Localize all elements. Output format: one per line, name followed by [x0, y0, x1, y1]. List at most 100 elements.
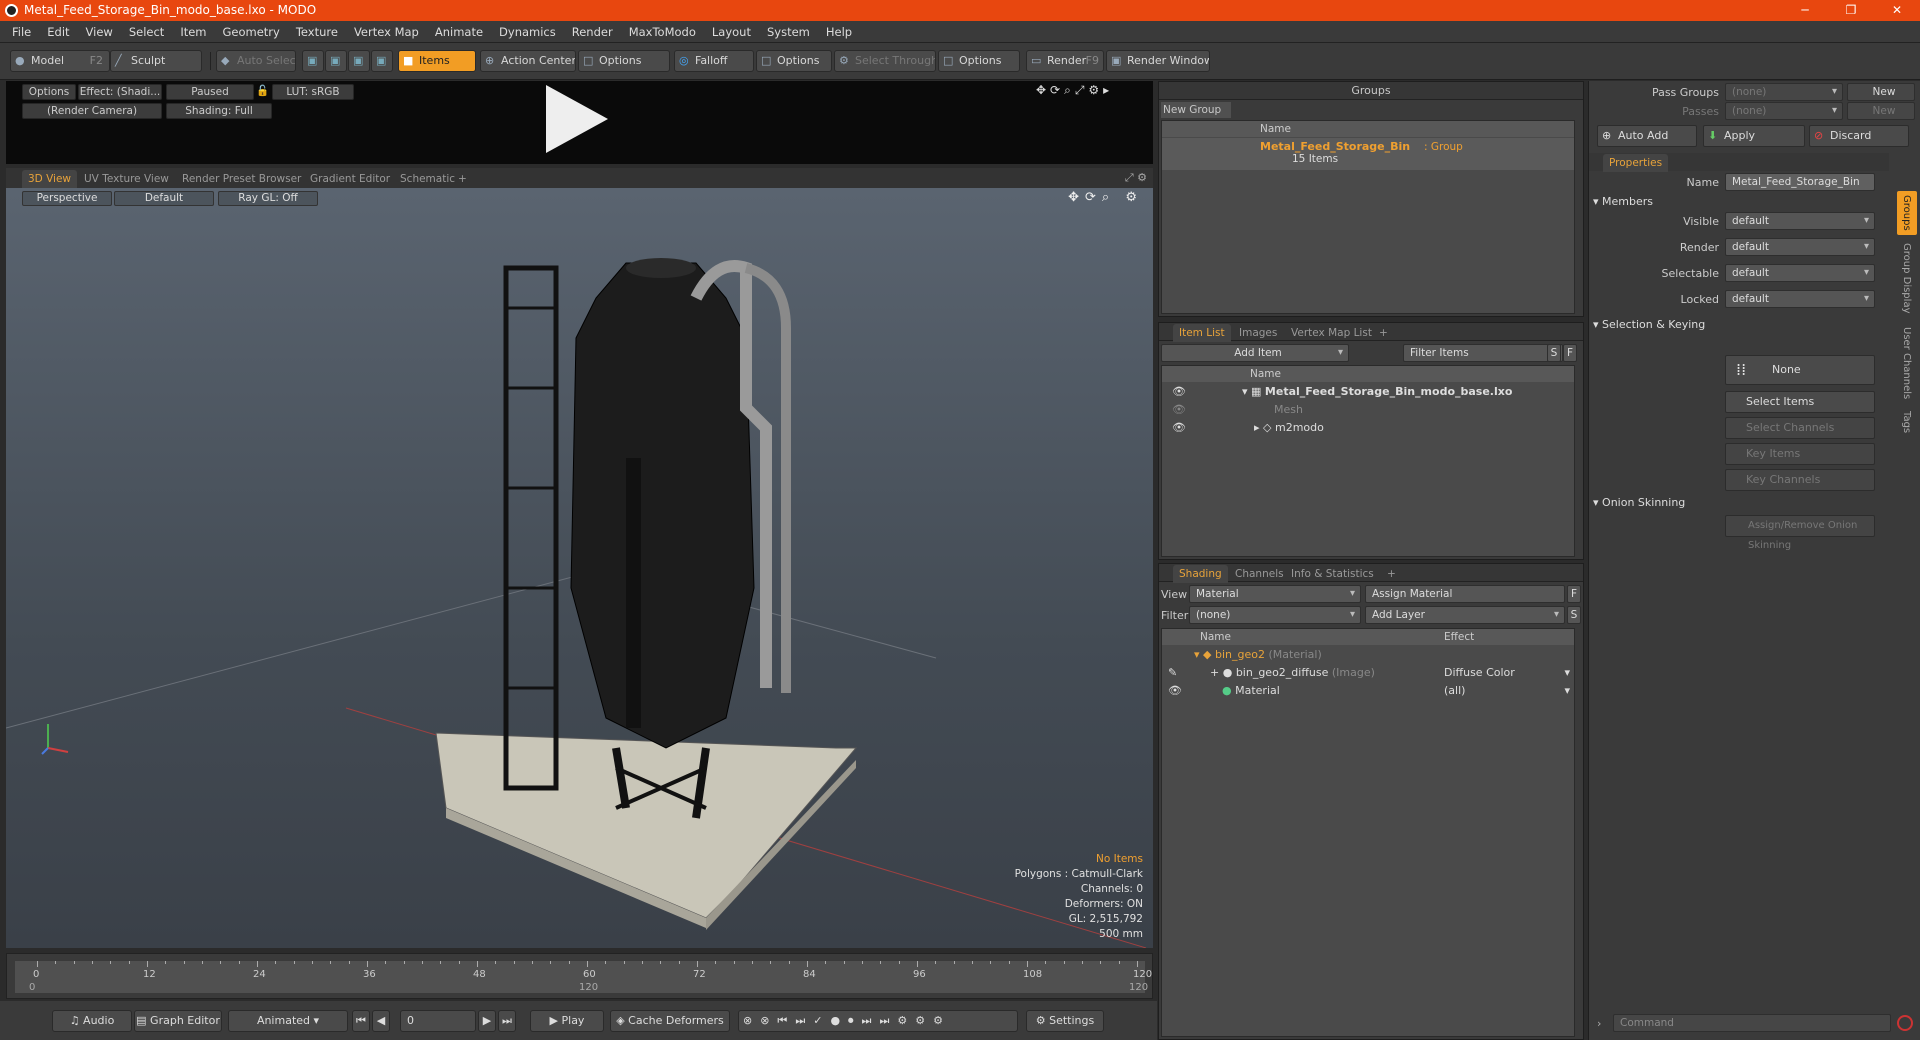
key-items-button[interactable]: Key Items: [1725, 443, 1875, 465]
record-icon[interactable]: [1897, 1015, 1913, 1031]
first-frame-icon[interactable]: ⏮: [352, 1010, 370, 1032]
add-tab-button[interactable]: +: [452, 170, 473, 188]
prev-frame-icon[interactable]: ◀: [372, 1010, 390, 1032]
edge-mode-icon[interactable]: ▣: [325, 50, 347, 72]
onion-skinning-section[interactable]: ▾ Onion Skinning: [1593, 496, 1685, 509]
selectable-dropdown[interactable]: default: [1725, 264, 1875, 282]
action-center-options-button[interactable]: □ Options: [578, 50, 670, 72]
menu-item[interactable]: Item: [172, 21, 214, 43]
preview-nav-icons[interactable]: ✥⟳⌕⤢⚙▸: [1036, 83, 1113, 98]
tab-info-statistics[interactable]: Info & Statistics: [1285, 565, 1380, 583]
model-mode-button[interactable]: ● Model F2: [10, 50, 110, 72]
menu-file[interactable]: File: [4, 21, 39, 43]
falloff-button[interactable]: ◎ Falloff: [674, 50, 754, 72]
tab-gradient-editor[interactable]: Gradient Editor: [304, 170, 396, 188]
vertex-mode-icon[interactable]: ▣: [302, 50, 324, 72]
item-row-m2modo[interactable]: 👁 ▸ ◇ m2modo: [1162, 419, 1574, 437]
menu-maxtomodo[interactable]: MaxToModo: [621, 21, 704, 43]
3d-viewport[interactable]: Perspective Default Ray GL: Off ✥⟳⌕ ⚙ No…: [6, 188, 1153, 948]
menu-select[interactable]: Select: [121, 21, 172, 43]
lut-dropdown[interactable]: LUT: sRGB: [272, 84, 354, 100]
pass-groups-dropdown[interactable]: (none): [1725, 83, 1843, 101]
name-input[interactable]: Metal_Feed_Storage_Bin: [1725, 173, 1875, 191]
timeline[interactable]: 0 12 24 36 48 60 72 84 96 108 120 0 120 120: [6, 953, 1153, 999]
shading-f-button[interactable]: F: [1567, 585, 1581, 603]
material-mode-icon[interactable]: ▣: [371, 50, 393, 72]
side-tab-user-channels[interactable]: User Channels: [1897, 323, 1917, 403]
select-channels-button[interactable]: Select Channels: [1725, 417, 1875, 439]
members-section[interactable]: ▾ Members: [1593, 195, 1653, 208]
tab-3d-view[interactable]: 3D View: [22, 170, 78, 188]
side-tab-tags[interactable]: Tags: [1897, 407, 1917, 447]
keyframe-tools[interactable]: ⊗⊗⏮⏭✓●⏺⏭⏭⚙⚙⚙: [738, 1010, 1018, 1032]
menu-vertex-map[interactable]: Vertex Map: [346, 21, 427, 43]
minimize-button[interactable]: ─: [1782, 0, 1828, 21]
tab-item-list[interactable]: Item List: [1173, 324, 1231, 342]
tab-add[interactable]: +: [1381, 565, 1402, 583]
tab-render-preset-browser[interactable]: Render Preset Browser: [176, 170, 307, 188]
filter-items-input[interactable]: Filter Items: [1403, 344, 1563, 362]
settings-button[interactable]: ⚙ Settings: [1026, 1010, 1104, 1032]
select-through-options-button[interactable]: □ Options: [938, 50, 1020, 72]
select-items-button[interactable]: Select Items: [1725, 391, 1875, 413]
maximize-button[interactable]: ❐: [1828, 0, 1874, 21]
filter-dropdown[interactable]: (none): [1189, 606, 1361, 624]
menu-edit[interactable]: Edit: [39, 21, 77, 43]
shading-dropdown[interactable]: Shading: Full: [166, 103, 272, 119]
lock-icon[interactable]: 🔓: [256, 84, 269, 100]
menu-system[interactable]: System: [759, 21, 818, 43]
shading-s-button[interactable]: S: [1567, 606, 1581, 624]
menu-help[interactable]: Help: [818, 21, 860, 43]
menu-texture[interactable]: Texture: [288, 21, 346, 43]
assign-onion-button[interactable]: Assign/Remove Onion Skinning: [1725, 515, 1875, 551]
shader-row-material[interactable]: 👁 ● Material (all) ▾: [1162, 682, 1574, 700]
eye-icon[interactable]: 👁: [1168, 682, 1182, 700]
none-button[interactable]: ⁞⁞ None: [1725, 355, 1875, 385]
new-pass-group-button[interactable]: New: [1847, 83, 1915, 101]
eye-icon[interactable]: 👁: [1172, 383, 1186, 401]
render-window-button[interactable]: ▣ Render Window: [1106, 50, 1210, 72]
menu-view[interactable]: View: [78, 21, 121, 43]
view-dropdown[interactable]: Material: [1189, 585, 1361, 603]
sculpt-mode-button[interactable]: ╱ Sculpt: [110, 50, 202, 72]
add-layer-dropdown[interactable]: Add Layer: [1365, 606, 1565, 624]
animated-dropdown[interactable]: Animated ▾: [228, 1010, 348, 1032]
tab-channels[interactable]: Channels: [1229, 565, 1290, 583]
passes-dropdown[interactable]: (none): [1725, 102, 1843, 120]
graph-editor-button[interactable]: ▤ Graph Editor: [134, 1010, 222, 1032]
item-row-scene[interactable]: 👁 ▾ ▦ Metal_Feed_Storage_Bin_modo_base.lx…: [1162, 383, 1574, 401]
side-tab-group-display[interactable]: Group Display: [1897, 239, 1917, 319]
shader-row-material-group[interactable]: ▾ ◆ bin_geo2 (Material): [1162, 646, 1574, 664]
brush-icon[interactable]: ✎: [1168, 664, 1177, 682]
assign-material-button[interactable]: Assign Material: [1365, 585, 1565, 603]
eye-icon[interactable]: 👁: [1172, 419, 1186, 437]
group-row[interactable]: Metal_Feed_Storage_Bin : Group 15 Items: [1162, 138, 1574, 170]
menu-layout[interactable]: Layout: [704, 21, 759, 43]
locked-dropdown[interactable]: default: [1725, 290, 1875, 308]
viewport-expand-icons[interactable]: ⤢ ⚙: [1125, 171, 1147, 185]
menu-render[interactable]: Render: [564, 21, 621, 43]
menu-geometry[interactable]: Geometry: [215, 21, 288, 43]
menu-dynamics[interactable]: Dynamics: [491, 21, 564, 43]
tab-properties[interactable]: Properties: [1603, 154, 1669, 172]
auto-select-button[interactable]: ◆ Auto Select: [216, 50, 296, 72]
audio-button[interactable]: ♫ Audio: [52, 1010, 132, 1032]
eye-icon[interactable]: 👁: [1172, 401, 1186, 419]
new-pass-button[interactable]: New: [1847, 102, 1915, 120]
tab-uv-texture-view[interactable]: UV Texture View: [78, 170, 175, 188]
timeline-ruler[interactable]: 0 12 24 36 48 60 72 84 96 108 120 0 120 120: [15, 961, 1152, 993]
effect-dropdown[interactable]: Effect: (Shadi...: [78, 84, 162, 100]
paused-button[interactable]: Paused: [166, 84, 254, 100]
filter-f-button[interactable]: F: [1563, 344, 1577, 362]
render-camera-dropdown[interactable]: (Render Camera): [22, 103, 162, 119]
falloff-options-button[interactable]: □ Options: [756, 50, 832, 72]
polygon-mode-icon[interactable]: ▣: [348, 50, 370, 72]
play-button[interactable]: ▶ Play: [530, 1010, 604, 1032]
tab-images[interactable]: Images: [1233, 324, 1283, 342]
add-item-dropdown[interactable]: Add Item: [1161, 344, 1349, 362]
item-row-mesh[interactable]: 👁 Mesh: [1162, 401, 1574, 419]
shader-row-diffuse[interactable]: ✎ + ● bin_geo2_diffuse (Image) Diffuse Col…: [1162, 664, 1574, 682]
side-tab-groups[interactable]: Groups: [1897, 191, 1917, 235]
items-mode-button[interactable]: ■ Items: [398, 50, 476, 72]
cache-deformers-button[interactable]: ◈ Cache Deformers: [610, 1010, 730, 1032]
